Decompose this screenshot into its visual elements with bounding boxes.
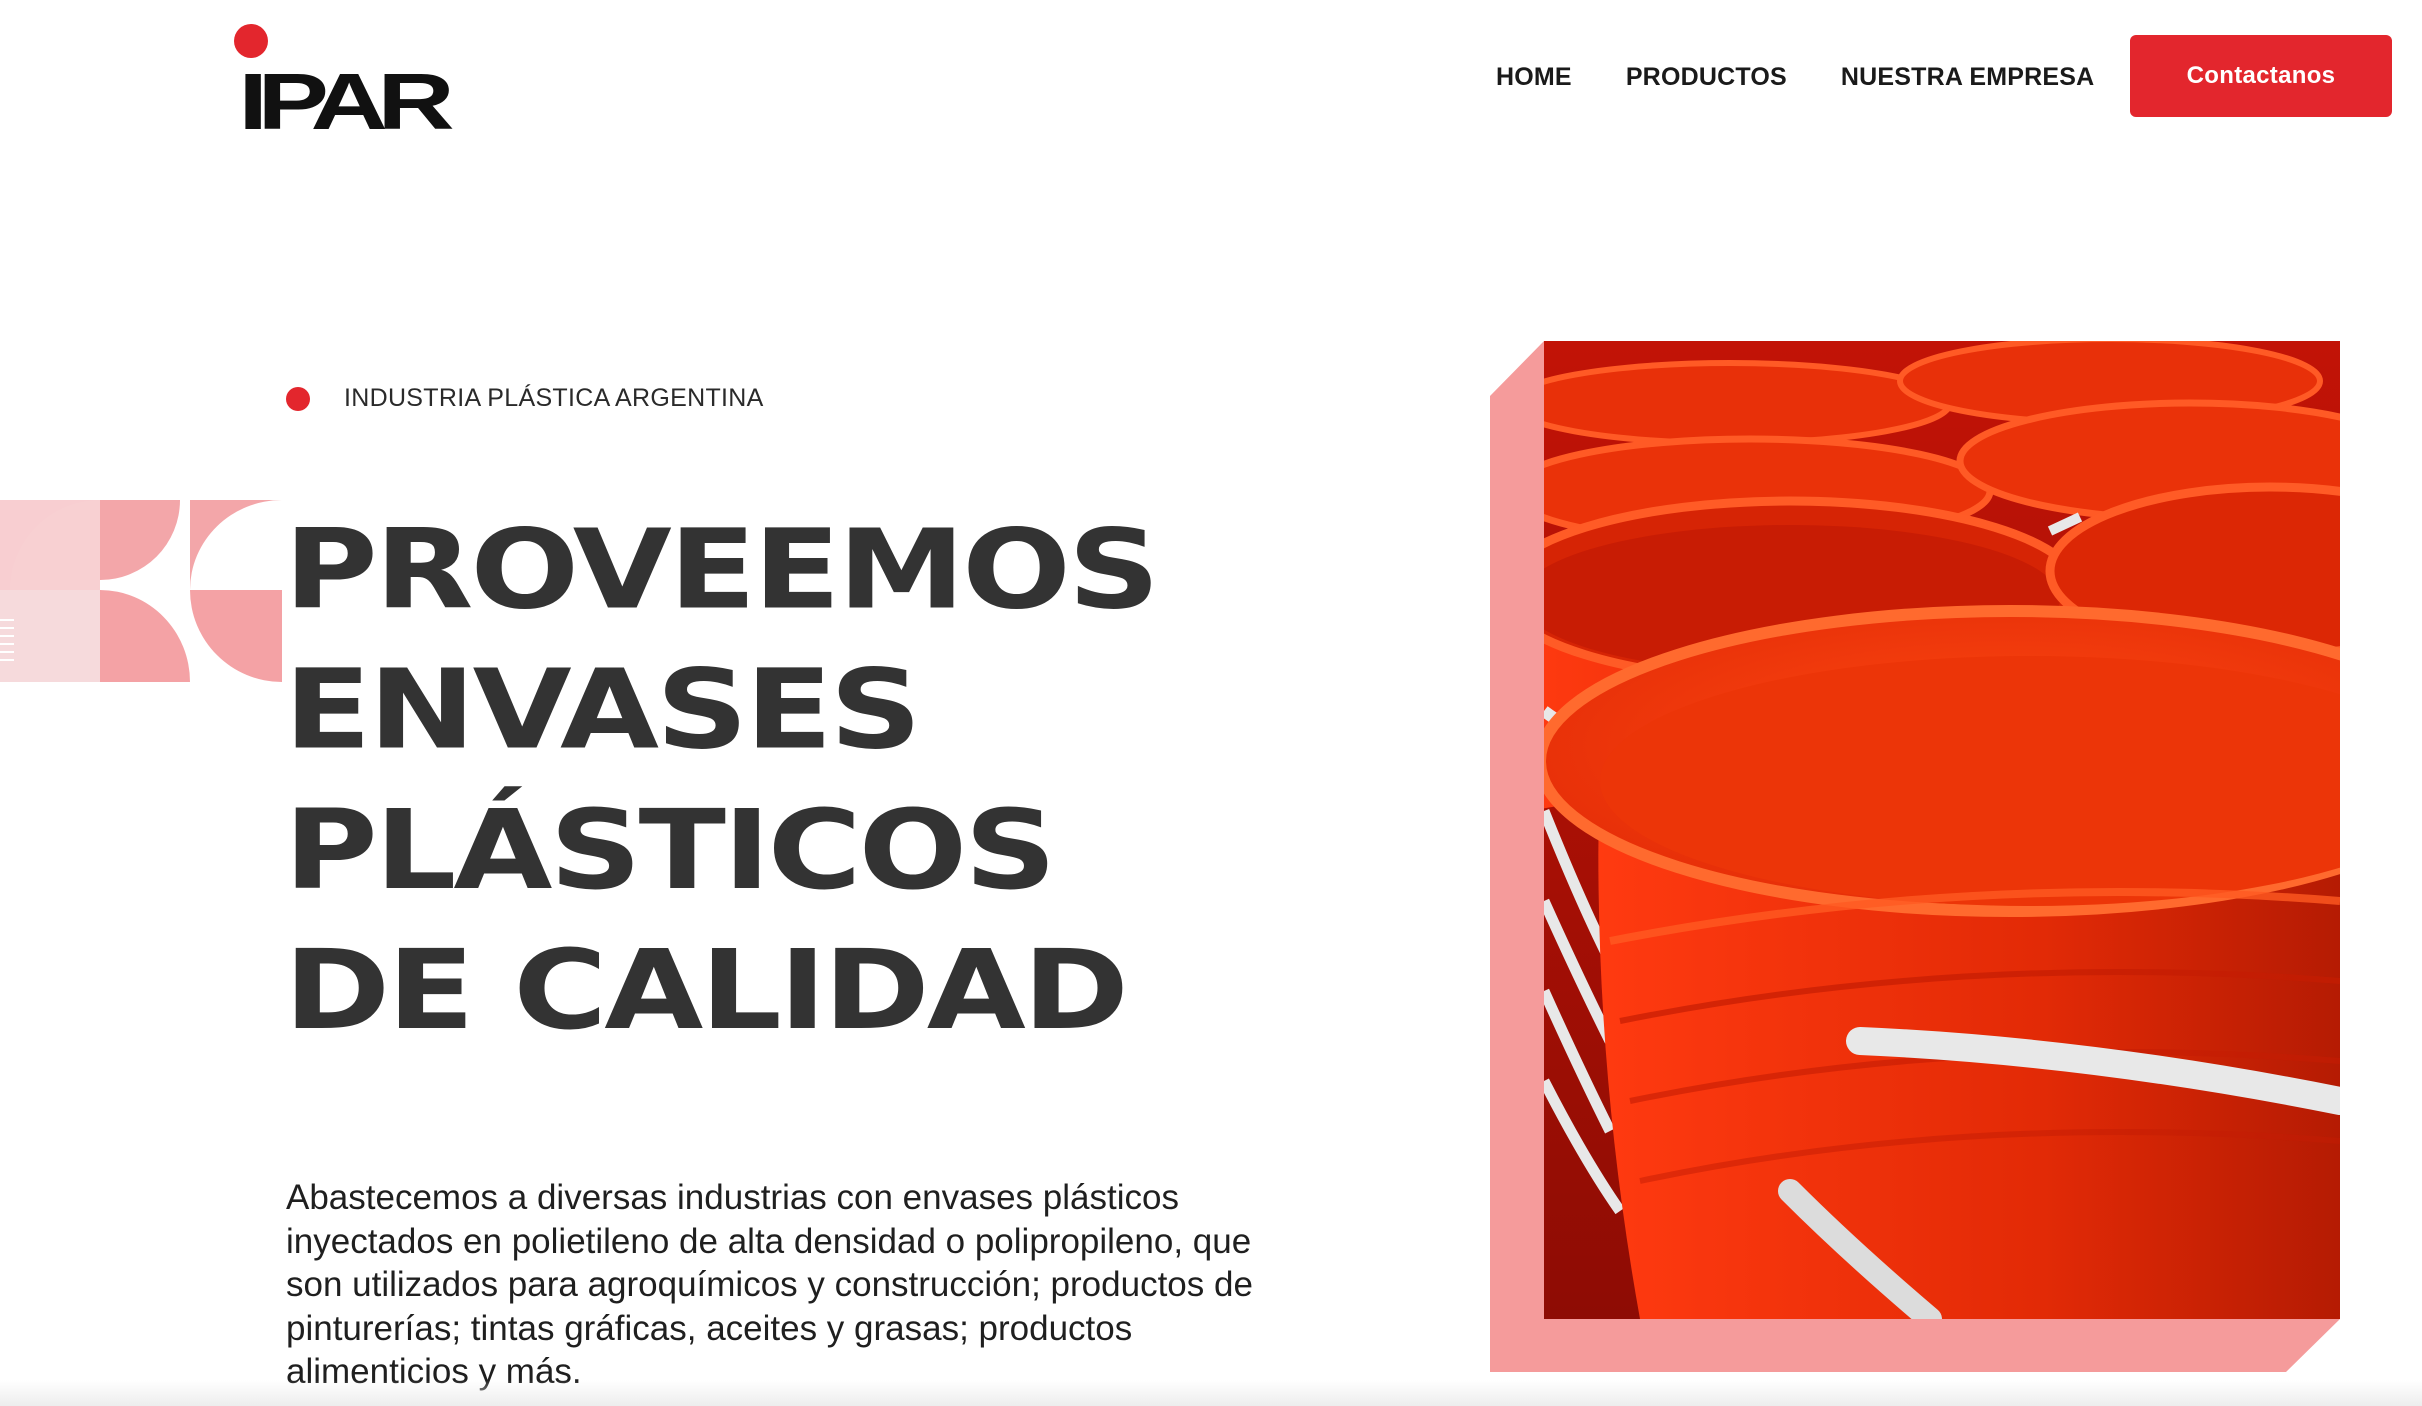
bottom-scroll-fade [0,1380,2422,1406]
hero-headline: PROVEEMOS ENVASES PLÁSTICOS DE CALIDAD [284,500,1160,1061]
main-nav: HOME PRODUCTOS NUESTRA EMPRESA [1496,58,2094,96]
nav-productos-link[interactable]: PRODUCTOS [1626,63,1787,92]
ipar-logo[interactable]: IPAR [232,22,532,140]
eyebrow: INDUSTRIA PLÁSTICA ARGENTINA [286,384,764,413]
logo-wordmark: IPAR [238,57,453,140]
headline-line-3: PLÁSTICOS [284,786,1057,915]
hero-image [1490,341,2340,1372]
headline-line-1: PROVEEMOS [284,506,1160,635]
red-dot-icon [286,386,310,411]
nav-nuestra-empresa-link[interactable]: NUESTRA EMPRESA [1841,63,2095,92]
decorative-shapes-icon [0,500,282,682]
nav-home-link[interactable]: HOME [1496,63,1572,92]
contactanos-button[interactable]: Contactanos [2130,35,2392,117]
hero-intro-text: Abastecemos a diversas industrias con en… [286,1178,1253,1391]
headline-line-2: ENVASES [284,646,922,775]
headline-line-4: DE CALIDAD [284,926,1129,1055]
eyebrow-text: INDUSTRIA PLÁSTICA ARGENTINA [344,384,764,412]
